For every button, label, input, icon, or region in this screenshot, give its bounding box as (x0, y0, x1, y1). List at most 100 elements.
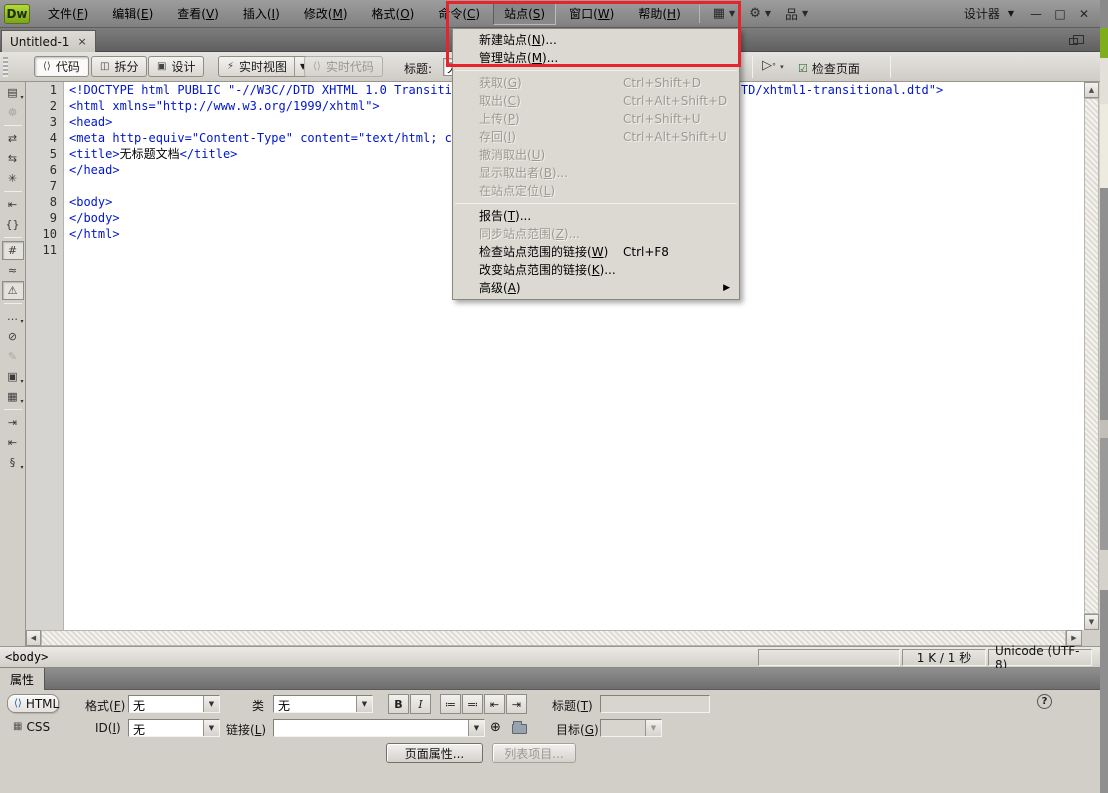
split-view-button[interactable]: ◫ 拆分 (91, 56, 147, 77)
site-manage-icon[interactable]: 品▼ (785, 4, 808, 23)
menubar-divider (699, 5, 700, 23)
split-view-icon: ◫ (100, 61, 109, 72)
scroll-up-icon[interactable]: ▲ (1084, 82, 1099, 98)
menu-item-synchronize-sitewide: 同步站点范围(Z)... (453, 225, 739, 243)
menu-item-new-site[interactable]: 新建站点(N)... (453, 31, 739, 49)
html-properties-button[interactable]: ⟨⟩ HTML (7, 694, 59, 713)
design-view-button[interactable]: ▣ 设计 (148, 56, 204, 77)
horizontal-scrollbar[interactable] (41, 630, 1066, 646)
bold-button[interactable]: B (388, 694, 409, 714)
toolbar-divider (752, 56, 753, 78)
menu-item-advanced[interactable]: 高级(A)▶ (453, 279, 739, 297)
restore-button[interactable]: □ (1050, 7, 1070, 21)
menu-item-change-links-sitewide[interactable]: 改变站点范围的链接(K)... (453, 261, 739, 279)
extensions-gear-icon[interactable]: ⚙▼ (749, 6, 771, 21)
close-button[interactable]: ✕ (1074, 7, 1094, 21)
move-convert-css-icon[interactable]: ▦▾ (2, 387, 24, 406)
document-tab[interactable]: Untitled-1 × (1, 30, 96, 52)
code-view-button[interactable]: ⟨⟩ 代码 (34, 56, 89, 77)
select-parent-tag-icon[interactable]: ⇤ (2, 195, 24, 214)
outdent-code-icon[interactable]: ⇤ (2, 433, 24, 452)
menubar-item-modify[interactable]: 修改(M) (293, 2, 359, 25)
vertical-scrollbar[interactable] (1084, 98, 1099, 614)
workspace-switcher[interactable]: 设计器 ▼ (964, 5, 1024, 22)
tab-close-icon[interactable]: × (77, 35, 86, 48)
toolbar-separator (4, 409, 22, 410)
cascade-windows-icon[interactable] (1060, 33, 1086, 49)
chevron-down-icon: ▼ (1008, 9, 1014, 18)
menu-item-manage-sites[interactable]: 管理站点(M)... (453, 49, 739, 67)
preview-in-browser-icon[interactable]: ▷° ▾ (762, 58, 784, 73)
target-select: ▼ (600, 719, 662, 737)
layout-switcher-icon[interactable]: ▦▼ (713, 6, 735, 21)
workspace-switcher-label: 设计器 (964, 5, 1000, 22)
browse-folder-icon[interactable] (512, 724, 527, 734)
chevron-down-icon[interactable]: ▼ (203, 696, 219, 712)
dreamweaver-logo: Dw (4, 4, 30, 24)
apply-comment-icon[interactable]: …▾ (2, 307, 24, 326)
line-numbers-icon[interactable]: # (2, 241, 24, 260)
panel-strip-segment (1100, 104, 1108, 188)
chevron-down-icon[interactable]: ▼ (468, 720, 484, 736)
italic-button[interactable]: I (410, 694, 431, 714)
expand-all-icon[interactable]: ✳ (2, 169, 24, 188)
menubar-item-format[interactable]: 格式(O) (361, 2, 426, 25)
indent-icon[interactable]: ⇥ (506, 694, 527, 714)
menubar-item-edit[interactable]: 编辑(E) (101, 2, 164, 25)
scroll-down-icon[interactable]: ▼ (1084, 614, 1099, 630)
scroll-left-icon[interactable]: ◀ (26, 630, 41, 646)
chevron-down-icon[interactable]: ▼ (356, 696, 372, 712)
unordered-list-icon[interactable]: ≔ (440, 694, 461, 714)
coding-toolbar: ▤▾☸⇄⇆✳⇤{}#≈⚠…▾⊘✎▣▾▦▾⇥⇤§▾ (0, 82, 26, 646)
class-label: 类 (252, 697, 264, 714)
live-view-button[interactable]: ⚡ 实时视图 ▼ (218, 56, 315, 77)
menubar-item-help[interactable]: 帮助(H) (627, 2, 691, 25)
menubar-item-file[interactable]: 文件(F) (37, 2, 99, 25)
balance-braces-icon[interactable]: {} (2, 215, 24, 234)
target-value (601, 720, 645, 736)
open-documents-icon[interactable]: ▤▾ (2, 83, 24, 102)
toolbar-grip-handle[interactable] (3, 57, 8, 77)
menu-item-undo-check-out: 撤消取出(U) (453, 146, 739, 164)
collapsed-panel-strip[interactable] (1100, 0, 1108, 793)
help-icon[interactable]: ? (1037, 694, 1052, 709)
check-page-label: 检查页面 (812, 60, 860, 77)
chevron-down-icon[interactable]: ▼ (203, 720, 219, 736)
id-select[interactable]: 无 ▼ (128, 719, 220, 737)
status-bar: <body> 1 K / 1 秒 Unicode (UTF-8) (0, 646, 1108, 668)
document-tab-title: Untitled-1 (10, 35, 69, 49)
tag-selector-body[interactable]: <body> (5, 650, 48, 664)
menubar-item-site[interactable]: 站点(S) (493, 2, 556, 25)
outdent-icon[interactable]: ⇤ (484, 694, 505, 714)
format-select[interactable]: 无 ▼ (128, 695, 220, 713)
minimize-button[interactable]: — (1026, 7, 1046, 21)
menubar-item-commands[interactable]: 命令(C) (427, 2, 491, 25)
list-item-button: 列表项目... (492, 743, 576, 763)
highlight-invalid-code-icon[interactable]: ≈ (2, 261, 24, 280)
menubar-item-view[interactable]: 查看(V) (166, 2, 230, 25)
format-value: 无 (129, 696, 203, 712)
menu-item-check-links-sitewide[interactable]: 检查站点范围的链接(W)Ctrl+F8 (453, 243, 739, 261)
syntax-error-alerts-icon[interactable]: ⚠ (2, 281, 24, 300)
remove-comment-icon[interactable]: ⊘ (2, 327, 24, 346)
indent-code-icon[interactable]: ⇥ (2, 413, 24, 432)
check-page-button[interactable]: ☑ 检查页面 (798, 60, 860, 77)
link-combobox[interactable]: ▼ (273, 719, 485, 737)
point-to-file-icon[interactable]: ⊕ (490, 720, 501, 735)
collapse-full-tag-icon[interactable]: ⇄ (2, 129, 24, 148)
menubar-item-insert[interactable]: 插入(I) (232, 2, 291, 25)
properties-tab[interactable]: 属性 (0, 668, 45, 690)
ordered-list-icon[interactable]: ≕ (462, 694, 483, 714)
menubar-item-window[interactable]: 窗口(W) (558, 2, 625, 25)
panel-strip-segment (1100, 420, 1108, 438)
line-number: 2 (26, 98, 63, 114)
collapse-selection-icon[interactable]: ⇆ (2, 149, 24, 168)
target-label: 目标(G) (556, 721, 599, 738)
css-properties-button[interactable]: ▦ CSS (7, 717, 59, 736)
menu-item-reports[interactable]: 报告(T)... (453, 207, 739, 225)
title-field-label: 标题: (404, 60, 432, 77)
page-properties-button[interactable]: 页面属性... (386, 743, 483, 763)
format-source-code-icon[interactable]: §▾ (2, 453, 24, 472)
class-select[interactable]: 无 ▼ (273, 695, 373, 713)
recent-snippets-icon[interactable]: ▣▾ (2, 367, 24, 386)
